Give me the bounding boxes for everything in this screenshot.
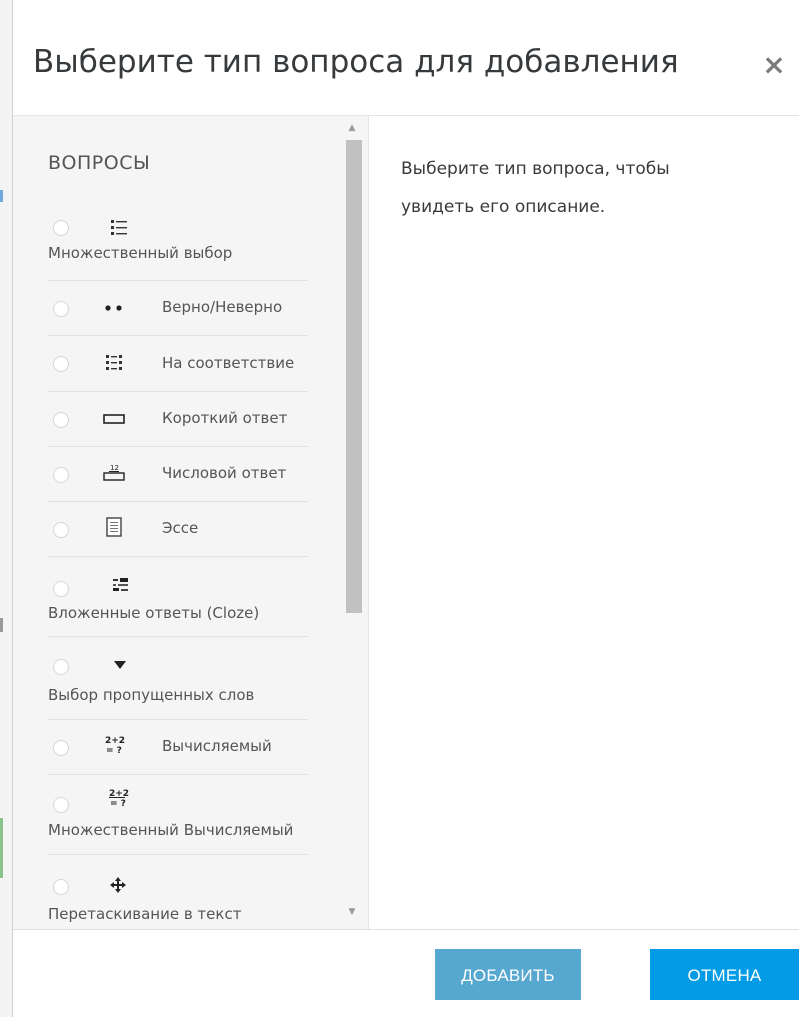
close-icon: × [762, 48, 786, 81]
scroll-thumb[interactable] [346, 140, 362, 613]
radio-cloze[interactable] [53, 581, 69, 597]
calculated-multichoice-icon: 2+2 = ? [107, 786, 129, 808]
option-calculated[interactable]: 2+2 = ? Вычисляемый [48, 720, 308, 775]
option-essay[interactable]: Эссе [48, 502, 308, 557]
option-label: Вложенные ответы (Cloze) [48, 604, 260, 622]
svg-text:= ?: = ? [110, 799, 126, 808]
radio-calculated[interactable] [53, 740, 69, 756]
edge-marker [0, 190, 3, 202]
option-truefalse[interactable]: Верно/Неверно [48, 281, 308, 336]
option-label: Эссе [162, 519, 199, 537]
radio-ddwtos[interactable] [53, 879, 69, 895]
option-label: На соответствие [162, 354, 295, 372]
radio-numerical[interactable] [53, 467, 69, 483]
question-type-list: Множественный выбор Верно/Неверно На соо… [13, 116, 353, 929]
scroll-up-arrow-icon[interactable]: ▲ [346, 122, 358, 134]
dialog-title: Выберите тип вопроса для добавления [33, 44, 679, 80]
calculated-icon: 2+2 = ? [103, 733, 125, 755]
options-scrollbar[interactable]: ▲ ▼ [343, 116, 363, 929]
svg-text:= ?: = ? [106, 746, 122, 755]
option-label: Вычисляемый [162, 737, 272, 755]
option-match[interactable]: На соответствие [48, 336, 308, 392]
radio-match[interactable] [53, 356, 69, 372]
radio-gapselect[interactable] [53, 659, 69, 675]
option-label: Множественный выбор [48, 244, 233, 262]
option-shortanswer[interactable]: Короткий ответ [48, 392, 308, 447]
radio-truefalse[interactable] [53, 301, 69, 317]
option-label: Множественный Вычисляемый [48, 821, 294, 839]
option-gapselect[interactable]: Выбор пропущенных слов [48, 637, 308, 720]
svg-text:2+2: 2+2 [105, 736, 125, 746]
edge-marker [0, 818, 3, 878]
option-label: Короткий ответ [162, 409, 288, 427]
radio-calculatedmulti[interactable] [53, 797, 69, 813]
radio-essay[interactable] [53, 522, 69, 538]
cancel-button[interactable]: ОТМЕНА [650, 949, 799, 1000]
drag-drop-icon [107, 874, 129, 896]
option-label: Перетаскивание в текст [48, 905, 242, 923]
close-button[interactable]: × [759, 50, 789, 80]
matching-icon [103, 352, 125, 374]
multiple-choice-icon [108, 216, 130, 238]
add-button[interactable]: ДОБАВИТЬ [435, 949, 581, 1000]
option-label: Выбор пропущенных слов [48, 686, 255, 704]
cloze-icon [110, 574, 132, 596]
edge-marker [0, 618, 3, 632]
option-calculatedmulti[interactable]: 2+2 = ? Множественный Вычисляемый [48, 775, 308, 855]
question-type-description: Выберите тип вопроса, чтобы увидеть его … [401, 159, 670, 217]
scroll-down-arrow-icon[interactable]: ▼ [346, 906, 358, 918]
short-answer-icon [103, 408, 125, 430]
numerical-icon: 12 [103, 461, 125, 483]
true-false-icon [103, 297, 125, 319]
dialog-footer: ДОБАВИТЬ ОТМЕНА [13, 929, 799, 1018]
option-label: Верно/Неверно [162, 298, 283, 316]
radio-multichoice[interactable] [53, 220, 69, 236]
essay-icon [103, 516, 125, 538]
question-options-pane: ВОПРОСЫ Множественный выбор Верно/Неверн… [13, 116, 369, 929]
background-page-edge [0, 0, 13, 1017]
option-ddwtos[interactable]: Перетаскивание в текст [48, 855, 308, 929]
dropdown-arrow-icon [109, 654, 131, 676]
svg-text:12: 12 [110, 464, 119, 472]
radio-shortanswer[interactable] [53, 412, 69, 428]
option-cloze[interactable]: Вложенные ответы (Cloze) [48, 557, 308, 637]
question-type-dialog: Выберите тип вопроса для добавления × ВО… [13, 0, 799, 1018]
option-numerical[interactable]: 12 Числовой ответ [48, 447, 308, 502]
option-multichoice[interactable]: Множественный выбор [48, 204, 308, 281]
dialog-header: Выберите тип вопроса для добавления × [13, 0, 799, 116]
option-label: Числовой ответ [162, 464, 287, 482]
